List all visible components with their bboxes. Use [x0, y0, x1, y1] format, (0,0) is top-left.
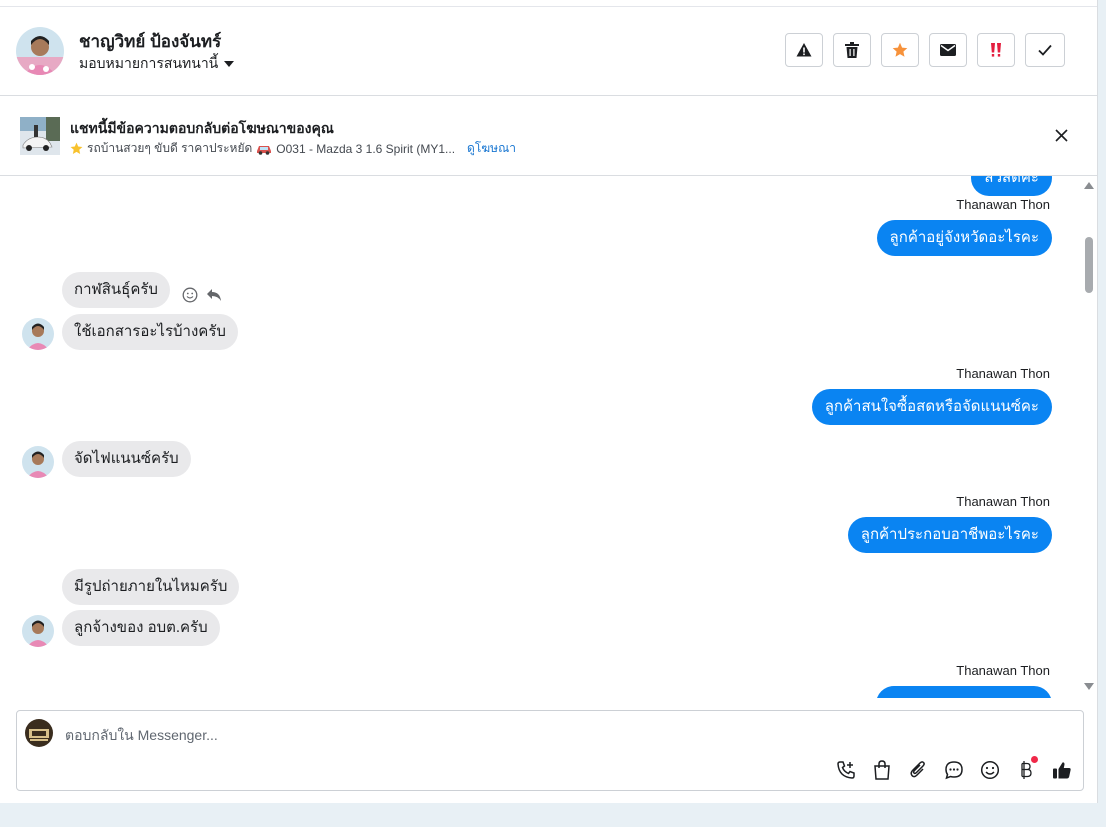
assign-label: มอบหมายการสนทนานี้ — [79, 55, 219, 71]
message-outgoing[interactable]: สวัสดีค่ะ — [971, 176, 1052, 196]
envelope-icon — [940, 44, 956, 56]
close-banner-button[interactable] — [1050, 124, 1072, 146]
sender-name: Thanawan Thon — [956, 366, 1050, 381]
page-avatar — [25, 719, 53, 747]
warning-icon — [796, 43, 812, 57]
spam-button[interactable] — [785, 33, 823, 67]
scrollbar-thumb[interactable] — [1085, 237, 1093, 293]
ad-reply-banner: แชทนี้มีข้อความตอบกลับต่อโฆษณาของคุณ รถบ… — [0, 96, 1097, 176]
message-actions — [182, 287, 222, 303]
add-call-button[interactable] — [835, 759, 857, 781]
conversation-header: ชาญวิทย์ ป้องจันทร์ มอบหมายการสนทนานี้ — [0, 7, 1097, 96]
attachment-icon — [910, 761, 925, 778]
baht-icon — [1021, 761, 1032, 779]
chat-bubble-icon — [945, 761, 963, 780]
important-icon — [991, 43, 1001, 57]
reply-icon[interactable] — [206, 288, 222, 302]
payment-button[interactable] — [1015, 756, 1038, 781]
message-incoming[interactable]: มีรูปถ่ายภายในไหมครับ — [62, 569, 240, 605]
mark-done-button[interactable] — [1025, 33, 1065, 67]
star-icon — [892, 42, 908, 57]
ad-text: รถบ้านสวยๆ ขับดี ราคาประหยัด — [87, 141, 253, 155]
shop-button[interactable] — [871, 759, 893, 781]
react-emoji-icon[interactable] — [182, 287, 198, 303]
chevron-down-icon — [224, 61, 235, 67]
message-incoming[interactable]: กาฬสินธุ์ครับ — [62, 272, 170, 308]
ad-thumbnail — [20, 117, 60, 155]
follow-up-button[interactable] — [881, 33, 919, 67]
delete-button[interactable] — [833, 33, 871, 67]
ad-banner-title: แชทนี้มีข้อความตอบกลับต่อโฆษณาของคุณ — [70, 120, 334, 136]
message-outgoing[interactable]: ลูกค้าอยู่จังหวัดอะไรคะ — [876, 220, 1052, 256]
shopping-bag-icon — [874, 760, 890, 780]
thumbs-up-icon — [1053, 762, 1071, 779]
sender-name: Thanawan Thon — [956, 663, 1050, 678]
close-icon — [1054, 128, 1068, 142]
ad-banner-details: รถบ้านสวยๆ ขับดี ราคาประหยัด O031 - Mazd… — [70, 139, 516, 158]
message-incoming[interactable]: จัดไฟแนนซ์ครับ — [62, 441, 191, 477]
attach-button[interactable] — [907, 759, 929, 781]
contact-avatar-small — [22, 318, 54, 350]
mark-important-button[interactable] — [977, 33, 1015, 67]
emoji-icon — [980, 760, 1000, 780]
message-outgoing-partial[interactable] — [876, 686, 1052, 698]
mark-unread-button[interactable] — [929, 33, 967, 67]
message-thread[interactable]: สวัสดีค่ะ Thanawan Thon ลูกค้าอยู่จังหวั… — [0, 176, 1097, 698]
message-incoming[interactable]: ใช้เอกสารอะไรบ้างครับ — [62, 314, 238, 350]
like-button[interactable] — [1051, 759, 1073, 781]
message-outgoing[interactable]: ลูกค้าประกอบอาชีพอะไรคะ — [847, 517, 1052, 553]
message-incoming[interactable]: ลูกจ้างของ อบต.ครับ — [62, 610, 220, 646]
contact-avatar-small — [22, 446, 54, 478]
trash-icon — [845, 42, 859, 58]
reply-input[interactable] — [65, 725, 765, 745]
emoji-button[interactable] — [979, 759, 1001, 781]
star-emoji-icon — [70, 142, 83, 155]
message-outgoing[interactable]: ลูกค้าสนใจซื้อสดหรือจัดแนนซ์คะ — [811, 389, 1052, 425]
contact-avatar[interactable] — [16, 27, 64, 75]
checkmark-icon — [1038, 44, 1052, 56]
notification-dot — [1031, 756, 1038, 763]
saved-replies-button[interactable] — [943, 759, 965, 781]
conversation-panel: ชาญวิทย์ ป้องจันทร์ มอบหมายการสนทนานี้ แ… — [0, 0, 1098, 803]
phone-plus-icon — [837, 761, 855, 779]
reply-composer — [16, 710, 1084, 791]
contact-name: ชาญวิทย์ ป้องจันทร์ — [79, 32, 222, 51]
car-emoji-icon — [257, 145, 272, 155]
sender-name: Thanawan Thon — [956, 197, 1050, 212]
scroll-down-arrow[interactable] — [1084, 683, 1094, 690]
ad-code: O031 - Mazda 3 1.6 Spirit (MY1... — [276, 141, 456, 156]
sender-name: Thanawan Thon — [956, 494, 1050, 509]
scroll-up-arrow[interactable] — [1084, 182, 1094, 189]
assign-conversation-dropdown[interactable]: มอบหมายการสนทนานี้ — [79, 53, 235, 75]
contact-avatar-small — [22, 615, 54, 647]
view-ad-link[interactable]: ดูโฆษณา — [467, 139, 516, 158]
